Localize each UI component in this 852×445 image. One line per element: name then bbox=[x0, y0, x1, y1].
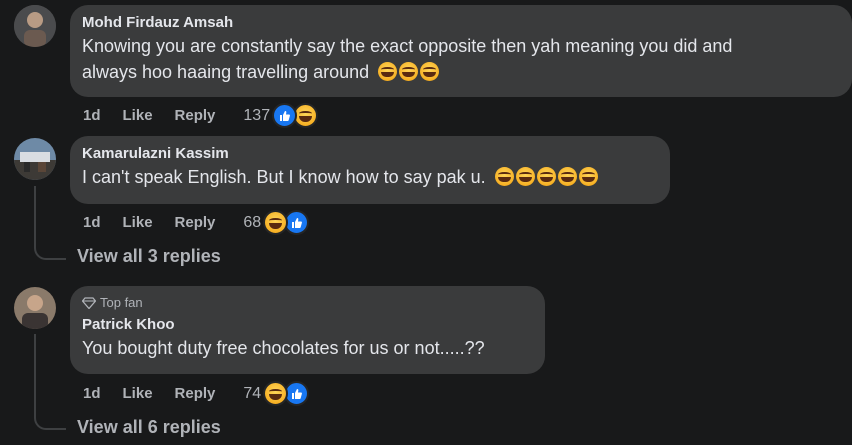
comment-author[interactable]: Mohd Firdauz Amsah bbox=[82, 13, 840, 33]
laugh-cry-emoji-icon bbox=[494, 167, 514, 186]
comment-text: Knowing you are constantly say the exact… bbox=[82, 33, 840, 85]
comment-author[interactable]: Patrick Khoo bbox=[82, 315, 533, 335]
laugh-cry-emoji-icon bbox=[557, 167, 577, 186]
avatar-photo-icon bbox=[14, 287, 56, 329]
avatar-photo-icon bbox=[14, 138, 56, 180]
comment-text-line1: I can't speak English. But I know how to… bbox=[82, 167, 486, 187]
like-button[interactable]: Like bbox=[123, 214, 153, 231]
reaction-summary[interactable] bbox=[263, 210, 310, 235]
laugh-cry-emoji-icon bbox=[378, 62, 398, 81]
comment-text: I can't speak English. But I know how to… bbox=[82, 164, 658, 190]
avatar[interactable] bbox=[14, 287, 56, 329]
top-fan-badge: Top fan bbox=[82, 295, 533, 311]
view-replies-link[interactable]: View all 6 replies bbox=[77, 417, 221, 438]
like-button[interactable]: Like bbox=[123, 385, 153, 402]
comment-bubble: Top fan Patrick Khoo You bought duty fre… bbox=[70, 286, 545, 374]
reply-button[interactable]: Reply bbox=[175, 385, 216, 402]
reaction-count[interactable]: 74 bbox=[243, 385, 261, 403]
laugh-cry-emoji-icon bbox=[399, 62, 419, 81]
comment-bubble: Kamarulazni Kassim I can't speak English… bbox=[70, 136, 670, 204]
top-fan-label: Top fan bbox=[100, 295, 143, 310]
comment-text: You bought duty free chocolates for us o… bbox=[82, 338, 485, 358]
reply-button[interactable]: Reply bbox=[175, 214, 216, 231]
comment-actions: 1d Like Reply 74 bbox=[83, 381, 310, 406]
laugh-cry-emoji-icon bbox=[536, 167, 556, 186]
thread-connector bbox=[34, 186, 66, 260]
comment-actions: 1d Like Reply 137 bbox=[83, 103, 319, 128]
avatar[interactable] bbox=[14, 138, 56, 180]
like-button[interactable]: Like bbox=[123, 107, 153, 124]
reaction-summary[interactable] bbox=[272, 103, 319, 128]
thread-connector bbox=[34, 334, 66, 430]
reaction-summary[interactable] bbox=[263, 381, 310, 406]
comment-timestamp[interactable]: 1d bbox=[83, 385, 101, 402]
diamond-icon bbox=[82, 297, 96, 309]
like-reaction-icon bbox=[272, 103, 298, 128]
haha-reaction-icon bbox=[263, 381, 289, 406]
haha-reaction-icon bbox=[263, 210, 289, 235]
comment-text-line2: always hoo haaing travelling around bbox=[82, 62, 370, 82]
comment-text-line1: Knowing you are constantly say the exact… bbox=[82, 36, 733, 56]
avatar-photo-icon bbox=[14, 5, 56, 47]
comment-actions: 1d Like Reply 68 bbox=[83, 210, 310, 235]
comment-bubble: Mohd Firdauz Amsah Knowing you are const… bbox=[70, 5, 852, 97]
laugh-cry-emoji-icon bbox=[420, 62, 440, 81]
laugh-cry-emoji-icon bbox=[515, 167, 535, 186]
laugh-cry-emoji-icon bbox=[578, 167, 598, 186]
comment-timestamp[interactable]: 1d bbox=[83, 107, 101, 124]
comment-author[interactable]: Kamarulazni Kassim bbox=[82, 144, 658, 164]
reaction-count[interactable]: 68 bbox=[243, 214, 261, 232]
view-replies-link[interactable]: View all 3 replies bbox=[77, 246, 221, 267]
comment-timestamp[interactable]: 1d bbox=[83, 214, 101, 231]
avatar[interactable] bbox=[14, 5, 56, 47]
reaction-count[interactable]: 137 bbox=[243, 107, 270, 125]
reply-button[interactable]: Reply bbox=[175, 107, 216, 124]
